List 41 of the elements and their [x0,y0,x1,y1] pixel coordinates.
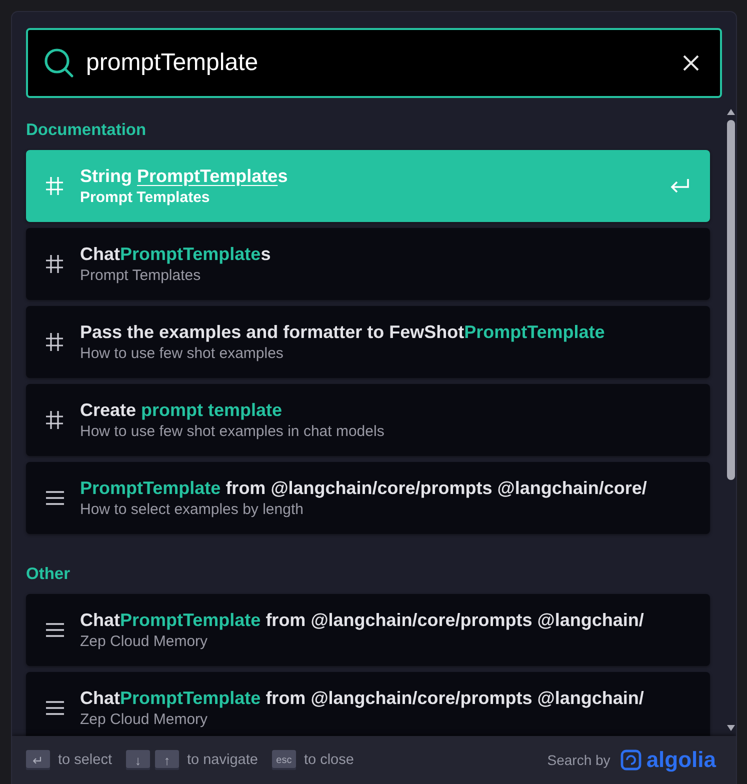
shortcut-label: to navigate [187,752,258,768]
result-subtitle: How to select examples by length [80,500,304,520]
key-cap: ↓ [126,750,150,770]
search-field[interactable]: promptTemplate [26,28,722,98]
shortcut-label: to select [58,752,112,768]
result-item[interactable]: PromptTemplate from @langchain/core/prompts @langchain/core/ How to select examples by length [26,462,710,534]
result-subtitle: Zep Cloud Memory [80,710,209,730]
key-cap: ↑ [155,750,179,770]
search-icon [44,48,74,78]
hash-icon [44,409,66,431]
section-heading: Other [26,564,72,585]
result-title: ChatPromptTemplate from @langchain/core/prompts @langchain/ [80,609,645,632]
scroll-up-icon [726,108,736,116]
key-cap: esc [272,750,296,770]
search-by-label: Search by [547,752,610,768]
result-item[interactable]: ChatPromptTemplate from @langchain/core/prompts @langchain/ Zep Cloud Memory [26,672,710,736]
section-heading: Documentation [26,120,148,141]
hash-icon [44,331,66,353]
result-subtitle: Zep Cloud Memory [80,632,209,652]
result-title: String PromptTemplates [80,165,289,188]
hash-icon [44,175,66,197]
result-item[interactable]: Pass the examples and formatter to FewShotPromptTemplate How to use few shot examples [26,306,710,378]
result-title: Pass the examples and formatter to FewShotPromptTemplate [80,321,606,344]
shortcut-label: to close [304,752,354,768]
result-title: ChatPromptTemplate from @langchain/core/prompts @langchain/ [80,687,645,710]
result-item[interactable]: ChatPromptTemplate from @langchain/core/prompts @langchain/ Zep Cloud Memory [26,594,710,666]
scroll-down-icon [726,724,736,732]
result-subtitle: How to use few shot examples in chat models [80,422,386,442]
result-subtitle: Prompt Templates [80,188,211,208]
result-title: ChatPromptTemplates [80,243,272,266]
result-title: PromptTemplate from @langchain/core/prompts @langchain/core/ [80,477,648,500]
key-cap: ↵ [26,750,50,770]
result-title: Create prompt template [80,399,284,422]
close-icon [682,54,700,72]
result-item[interactable]: ChatPromptTemplates Prompt Templates [26,228,710,300]
logo-icon [620,749,642,771]
search-input[interactable]: promptTemplate [86,49,678,77]
result-item[interactable]: Create prompt template How to use few shot examples in chat models [26,384,710,456]
hash-icon [44,253,66,275]
result-subtitle: How to use few shot examples [80,344,284,364]
result-subtitle: Prompt Templates [80,266,202,286]
